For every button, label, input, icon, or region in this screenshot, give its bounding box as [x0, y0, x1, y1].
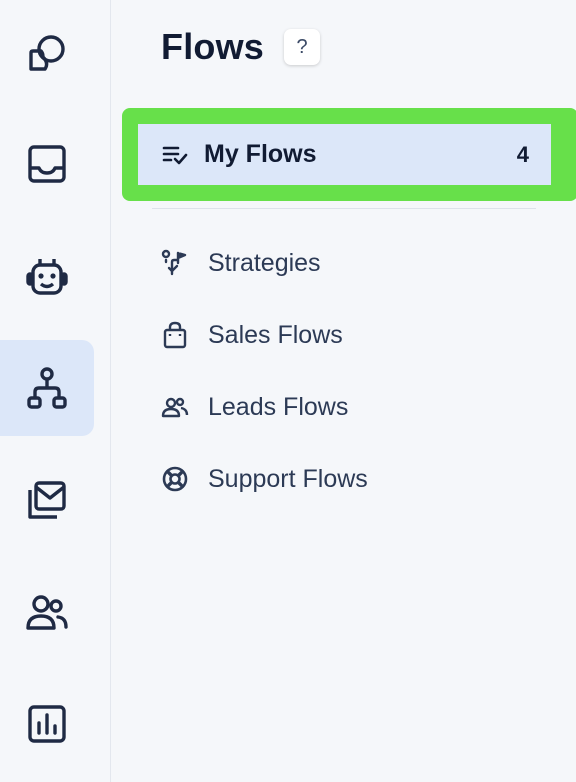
help-button[interactable]: ?	[284, 29, 321, 65]
users-icon	[161, 397, 189, 418]
divider	[152, 208, 536, 209]
nav-label: Strategies	[208, 248, 321, 277]
robot-icon	[26, 259, 68, 295]
rail-item-bot[interactable]	[0, 228, 94, 324]
rail-item-reports[interactable]	[0, 676, 94, 772]
shapes-icon	[29, 35, 65, 71]
rail-item-shapes[interactable]	[0, 5, 94, 101]
strategy-icon	[161, 249, 187, 276]
nav-item-support-flows[interactable]: Support Flows	[161, 459, 368, 499]
rail-item-inbox[interactable]	[0, 116, 94, 212]
shopping-bag-icon	[163, 321, 187, 349]
my-flows-label: My Flows	[204, 140, 317, 168]
nav-item-strategies[interactable]: Strategies	[161, 243, 321, 283]
reports-icon	[28, 705, 66, 743]
flows-icon	[27, 367, 67, 409]
nav-label: Leads Flows	[208, 392, 349, 421]
lifebuoy-icon	[162, 466, 188, 492]
inbox-icon	[28, 145, 66, 183]
rail-item-flows[interactable]	[0, 340, 94, 436]
list-check-icon	[162, 146, 188, 164]
icon-rail	[0, 0, 111, 782]
nav-item-leads-flows[interactable]: Leads Flows	[161, 387, 348, 427]
nav-item-my-flows[interactable]: My Flows 4	[138, 124, 551, 185]
page-title: Flows	[161, 26, 265, 67]
nav-item-sales-flows[interactable]: Sales Flows	[161, 315, 343, 355]
flows-panel: Flows ? My Flows 4 Strategies Sales Flow…	[111, 0, 576, 782]
nav-label: Sales Flows	[208, 320, 343, 349]
contacts-icon	[26, 595, 68, 630]
mail-stack-icon	[28, 481, 66, 519]
nav-label: Support Flows	[208, 464, 368, 493]
rail-item-mail[interactable]	[0, 452, 94, 548]
rail-item-contacts[interactable]	[0, 564, 94, 660]
title-row: Flows ?	[161, 26, 321, 68]
my-flows-count: 4	[516, 141, 529, 167]
